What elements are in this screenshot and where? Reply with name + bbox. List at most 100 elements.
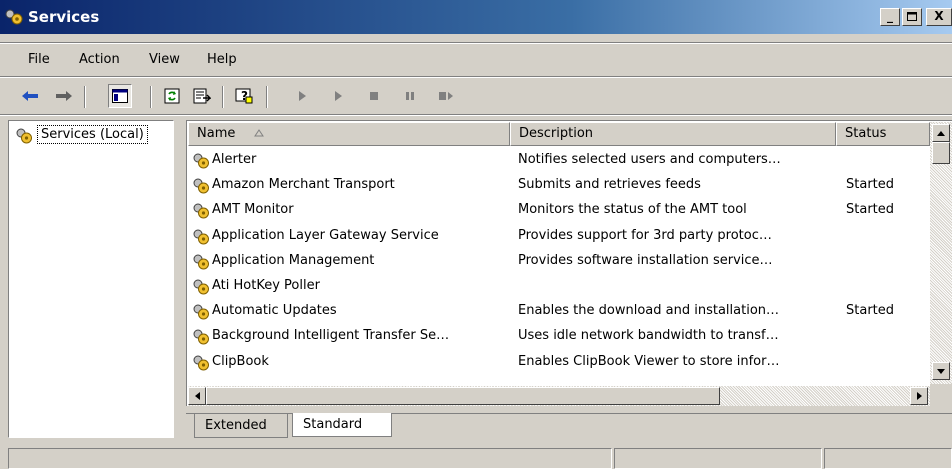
close-button[interactable]: X: [926, 8, 952, 26]
window-title: Services: [28, 8, 100, 26]
service-name: Automatic Updates: [212, 303, 337, 319]
menu-action[interactable]: Action: [79, 52, 120, 67]
minimize-icon: _: [887, 9, 893, 23]
maximize-button[interactable]: [902, 8, 922, 26]
stop-service-icon: [370, 92, 378, 100]
service-description: Submits and retrieves feeds: [518, 177, 701, 193]
chevron-down-icon: [937, 368, 945, 374]
start-service-icon: [299, 91, 306, 101]
toolbar-separator: [222, 86, 224, 108]
service-status: Started: [846, 303, 895, 319]
menu-file[interactable]: File: [28, 52, 50, 67]
show-hide-console-tree-icon: [112, 89, 128, 103]
table-row[interactable]: Application Management Provides software …: [188, 249, 930, 275]
table-row[interactable]: Application Layer Gateway Service Provide…: [188, 224, 930, 250]
column-header-status[interactable]: Status: [836, 122, 930, 146]
table-row[interactable]: AMT Monitor Monitors the status of the AM…: [188, 198, 930, 224]
help-icon: ?: [235, 88, 253, 104]
chevron-right-icon: [916, 392, 922, 400]
help-button[interactable]: ?: [232, 84, 256, 108]
service-description: Provides support for 3rd party protoc…: [518, 227, 772, 243]
tab-extended-label: Extended: [205, 418, 267, 433]
service-gear-icon: [192, 253, 210, 271]
service-gear-icon: [192, 354, 210, 372]
service-description: Monitors the status of the AMT tool: [518, 202, 747, 218]
scrollbar-corner: [930, 384, 952, 406]
table-row[interactable]: Background Intelligent Transfer Se… Uses …: [188, 324, 930, 350]
scroll-right-button[interactable]: [910, 387, 928, 405]
minimize-button[interactable]: _: [880, 8, 900, 26]
refresh-button[interactable]: [160, 84, 184, 108]
table-row[interactable]: Amazon Merchant Transport Submits and ret…: [188, 173, 930, 199]
status-cell-tertiary: [824, 448, 952, 469]
tree-item-services-local[interactable]: Services (Local): [37, 125, 148, 144]
service-description: Uses idle network bandwidth to transf…: [518, 328, 779, 344]
scroll-down-button[interactable]: [932, 362, 950, 380]
table-row[interactable]: Ati HotKey Poller: [188, 274, 930, 300]
maximize-icon: [907, 12, 917, 21]
sort-ascending-icon: [253, 129, 264, 137]
column-header-description[interactable]: Description: [510, 122, 836, 146]
back-button[interactable]: [18, 84, 42, 108]
service-name: ClipBook: [212, 353, 269, 369]
service-gear-icon: [192, 177, 210, 195]
tab-standard[interactable]: Standard: [292, 413, 392, 437]
pause-service-icon: [406, 92, 414, 100]
menu-view[interactable]: View: [149, 52, 180, 67]
service-name: Background Intelligent Transfer Se…: [212, 328, 450, 344]
tab-extended[interactable]: Extended: [194, 414, 288, 438]
table-row[interactable]: ClipBook Enables ClipBook Viewer to store…: [188, 350, 930, 376]
service-status: Started: [846, 177, 895, 193]
toolbar: [0, 80, 952, 112]
service-gear-icon: [192, 152, 210, 170]
services-gear-icon: [5, 9, 23, 25]
menu-separator: [0, 76, 952, 78]
restart-service-icon: [439, 92, 453, 100]
service-gear-icon: [192, 328, 210, 346]
export-list-button[interactable]: [190, 84, 214, 108]
back-arrow-icon: [22, 91, 38, 101]
table-row[interactable]: Alerter Notifies selected users and compu…: [188, 148, 930, 174]
start-service-button[interactable]: [290, 84, 314, 108]
start-service-alt-button[interactable]: [326, 84, 350, 108]
scroll-up-button[interactable]: [932, 124, 950, 142]
service-name: Ati HotKey Poller: [212, 278, 320, 293]
title-bar[interactable]: Services _ X: [0, 0, 952, 34]
restart-service-button[interactable]: [434, 84, 458, 108]
menu-bar: File Action View Help: [0, 46, 952, 72]
service-gear-icon: [192, 228, 210, 246]
toolbar-separator: [150, 86, 152, 108]
forward-button[interactable]: [52, 84, 76, 108]
horizontal-scrollbar[interactable]: [188, 386, 930, 406]
service-name: Application Layer Gateway Service: [212, 227, 439, 243]
toolbar-bottom-separator: [0, 114, 952, 116]
tab-standard-label: Standard: [303, 417, 363, 432]
menu-help[interactable]: Help: [207, 52, 237, 67]
service-name: Alerter: [212, 152, 257, 167]
service-gear-icon: [192, 303, 210, 321]
column-header-name[interactable]: Name: [188, 122, 510, 146]
vertical-scrollbar[interactable]: [930, 122, 952, 384]
service-description: Enables the download and installation…: [518, 303, 780, 319]
stop-service-button[interactable]: [362, 84, 386, 108]
scroll-left-button[interactable]: [188, 387, 206, 405]
horizontal-scroll-thumb[interactable]: [206, 387, 720, 405]
table-row[interactable]: Automatic Updates Enables the download an…: [188, 299, 930, 325]
column-header-status-label: Status: [845, 126, 887, 141]
vertical-scroll-thumb[interactable]: [932, 142, 950, 164]
forward-arrow-icon: [56, 91, 72, 101]
column-header-name-label: Name: [197, 126, 236, 141]
service-gear-icon: [192, 278, 210, 296]
pause-service-button[interactable]: [398, 84, 422, 108]
service-gear-icon: [192, 202, 210, 220]
services-gear-icon: [16, 128, 32, 144]
service-description: Enables ClipBook Viewer to store infor…: [518, 353, 780, 369]
service-name: Amazon Merchant Transport: [212, 177, 395, 193]
export-list-icon: [193, 88, 211, 104]
close-icon: X: [934, 9, 944, 23]
status-cell-main: [8, 448, 612, 469]
service-description: Notifies selected users and computers…: [518, 152, 781, 167]
console-tree-pane: Services (Local): [8, 120, 174, 438]
refresh-icon: [164, 88, 180, 104]
show-hide-tree-button[interactable]: [108, 84, 132, 108]
